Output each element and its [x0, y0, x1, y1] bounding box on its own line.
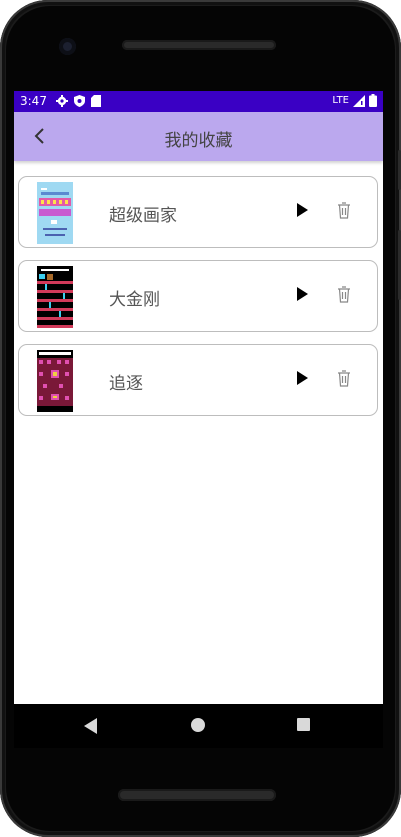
front-camera	[59, 38, 76, 55]
status-bar: 3:47 LTE	[14, 91, 383, 112]
trash-icon	[338, 202, 350, 219]
network-type: LTE	[332, 95, 349, 106]
super-painter-thumbnail	[37, 182, 73, 244]
page-title: 我的收藏	[164, 131, 233, 151]
system-nav-bar	[14, 704, 383, 748]
donkey-kong-thumbnail	[37, 266, 73, 328]
bottom-speaker	[118, 789, 276, 801]
play-icon	[297, 287, 308, 301]
game-name: 追逐	[109, 374, 143, 394]
status-left-icons	[56, 95, 101, 107]
play-button[interactable]	[293, 285, 311, 303]
battery-icon	[369, 94, 377, 107]
earpiece-speaker	[122, 40, 276, 50]
phone-frame: 3:47 LTE 我的收藏 超级画家 大金刚 追逐	[0, 0, 401, 837]
delete-button[interactable]	[335, 284, 353, 304]
favorite-item[interactable]: 大金刚	[18, 260, 378, 332]
play-icon	[297, 203, 308, 217]
signal-icon	[353, 94, 365, 107]
chase-game-thumbnail	[37, 350, 73, 412]
sd-card-icon	[91, 95, 101, 107]
play-icon	[297, 371, 308, 385]
shield-icon	[74, 95, 85, 107]
status-right: LTE	[332, 94, 377, 107]
play-button[interactable]	[293, 201, 311, 219]
nav-back-icon[interactable]	[84, 718, 98, 734]
settings-icon	[56, 95, 68, 107]
delete-button[interactable]	[335, 200, 353, 220]
game-name: 大金刚	[109, 290, 160, 310]
status-time: 3:47	[20, 94, 47, 108]
favorite-item[interactable]: 追逐	[18, 344, 378, 416]
play-button[interactable]	[293, 369, 311, 387]
nav-recents-icon[interactable]	[297, 718, 310, 731]
nav-home-icon[interactable]	[191, 718, 205, 732]
trash-icon	[338, 286, 350, 303]
delete-button[interactable]	[335, 368, 353, 388]
favorite-item[interactable]: 超级画家	[18, 176, 378, 248]
screen: 3:47 LTE 我的收藏 超级画家 大金刚 追逐	[14, 91, 383, 704]
favorites-list: 超级画家 大金刚 追逐	[18, 176, 378, 428]
trash-icon	[338, 370, 350, 387]
app-bar: 我的收藏	[14, 112, 383, 161]
game-name: 超级画家	[109, 206, 177, 226]
